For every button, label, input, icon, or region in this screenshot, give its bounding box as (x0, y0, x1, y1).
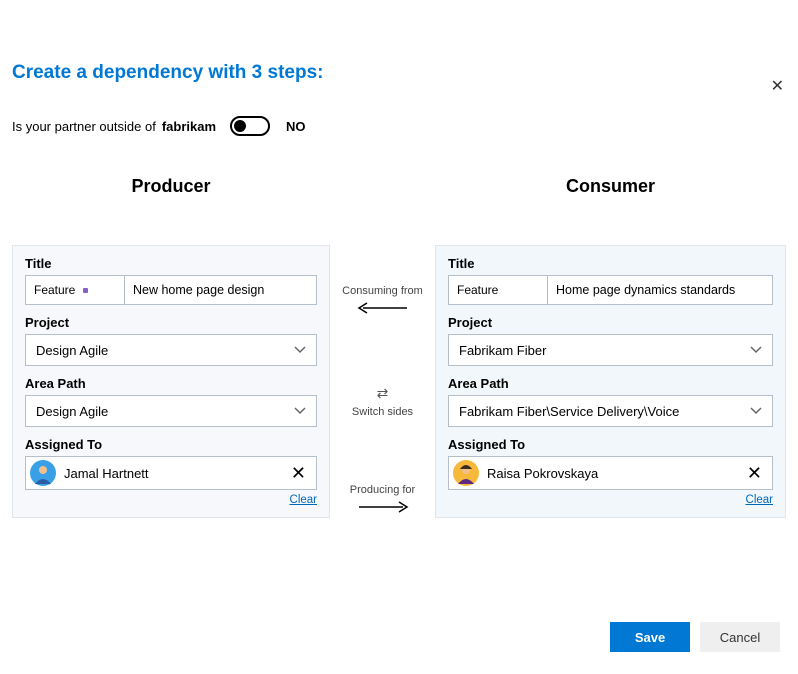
producing-for-label: Producing for (350, 484, 415, 496)
middle-column: Consuming from ⇄ Switch sides Producing … (330, 245, 435, 518)
consumer-assignee-field[interactable]: Raisa Pokrovskaya ✕ (448, 456, 773, 490)
consuming-from-label: Consuming from (342, 285, 423, 297)
partner-toggle[interactable] (230, 116, 270, 136)
chevron-down-icon (294, 344, 306, 356)
producer-assignee-field[interactable]: Jamal Hartnett ✕ (25, 456, 317, 490)
producer-heading: Producer (12, 176, 330, 197)
toggle-state: NO (286, 119, 306, 134)
consumer-title-type[interactable]: Feature (448, 275, 548, 305)
consumer-panel: Title Feature Home page dynamics standar… (435, 245, 786, 518)
partner-question-prefix: Is your partner outside of (12, 119, 156, 134)
chevron-down-icon (750, 405, 762, 417)
producer-assignee-name: Jamal Hartnett (64, 466, 149, 481)
clear-assignee-icon[interactable]: ✕ (287, 463, 310, 484)
producer-title-type-text: Feature (34, 283, 75, 297)
avatar (30, 460, 56, 486)
producer-project-label: Project (25, 315, 317, 330)
consumer-project-value: Fabrikam Fiber (459, 343, 546, 358)
clear-assignee-icon[interactable]: ✕ (743, 463, 766, 484)
producer-title-type[interactable]: Feature (25, 275, 125, 305)
save-button[interactable]: Save (610, 622, 690, 652)
producer-area-value: Design Agile (36, 404, 108, 419)
consumer-assignee-name: Raisa Pokrovskaya (487, 466, 598, 481)
producer-project-select[interactable]: Design Agile (25, 334, 317, 366)
producer-panel: Title Feature New home page design Proje… (12, 245, 330, 518)
consumer-project-label: Project (448, 315, 773, 330)
arrow-left-icon (355, 301, 411, 315)
consumer-area-select[interactable]: Fabrikam Fiber\Service Delivery\Voice (448, 395, 773, 427)
avatar (453, 460, 479, 486)
cancel-button[interactable]: Cancel (700, 622, 780, 652)
consumer-title-type-text: Feature (457, 283, 498, 297)
toggle-knob (234, 120, 246, 132)
consumer-title-label: Title (448, 256, 773, 271)
consumer-assigned-label: Assigned To (448, 437, 773, 452)
producer-title-input[interactable]: New home page design (125, 275, 317, 305)
producer-title-label: Title (25, 256, 317, 271)
producer-area-label: Area Path (25, 376, 317, 391)
swap-icon[interactable]: ⇄ (377, 385, 389, 402)
close-icon[interactable]: ✕ (771, 76, 784, 96)
consumer-title-input[interactable]: Home page dynamics standards (548, 275, 773, 305)
page-title: Create a dependency with 3 steps: (12, 62, 786, 84)
producer-assigned-label: Assigned To (25, 437, 317, 452)
consumer-clear-link[interactable]: Clear (448, 494, 773, 506)
producer-project-value: Design Agile (36, 343, 108, 358)
feature-color-dot (83, 288, 88, 293)
chevron-down-icon (750, 344, 762, 356)
consumer-project-select[interactable]: Fabrikam Fiber (448, 334, 773, 366)
partner-row: Is your partner outside of fabrikam NO (12, 116, 786, 136)
partner-org: fabrikam (162, 119, 216, 134)
producer-clear-link[interactable]: Clear (25, 494, 317, 506)
consumer-heading: Consumer (435, 176, 786, 197)
switch-sides-label: Switch sides (352, 406, 413, 418)
consumer-area-label: Area Path (448, 376, 773, 391)
arrow-right-icon (355, 500, 411, 514)
consumer-area-value: Fabrikam Fiber\Service Delivery\Voice (459, 404, 679, 419)
chevron-down-icon (294, 405, 306, 417)
producer-area-select[interactable]: Design Agile (25, 395, 317, 427)
